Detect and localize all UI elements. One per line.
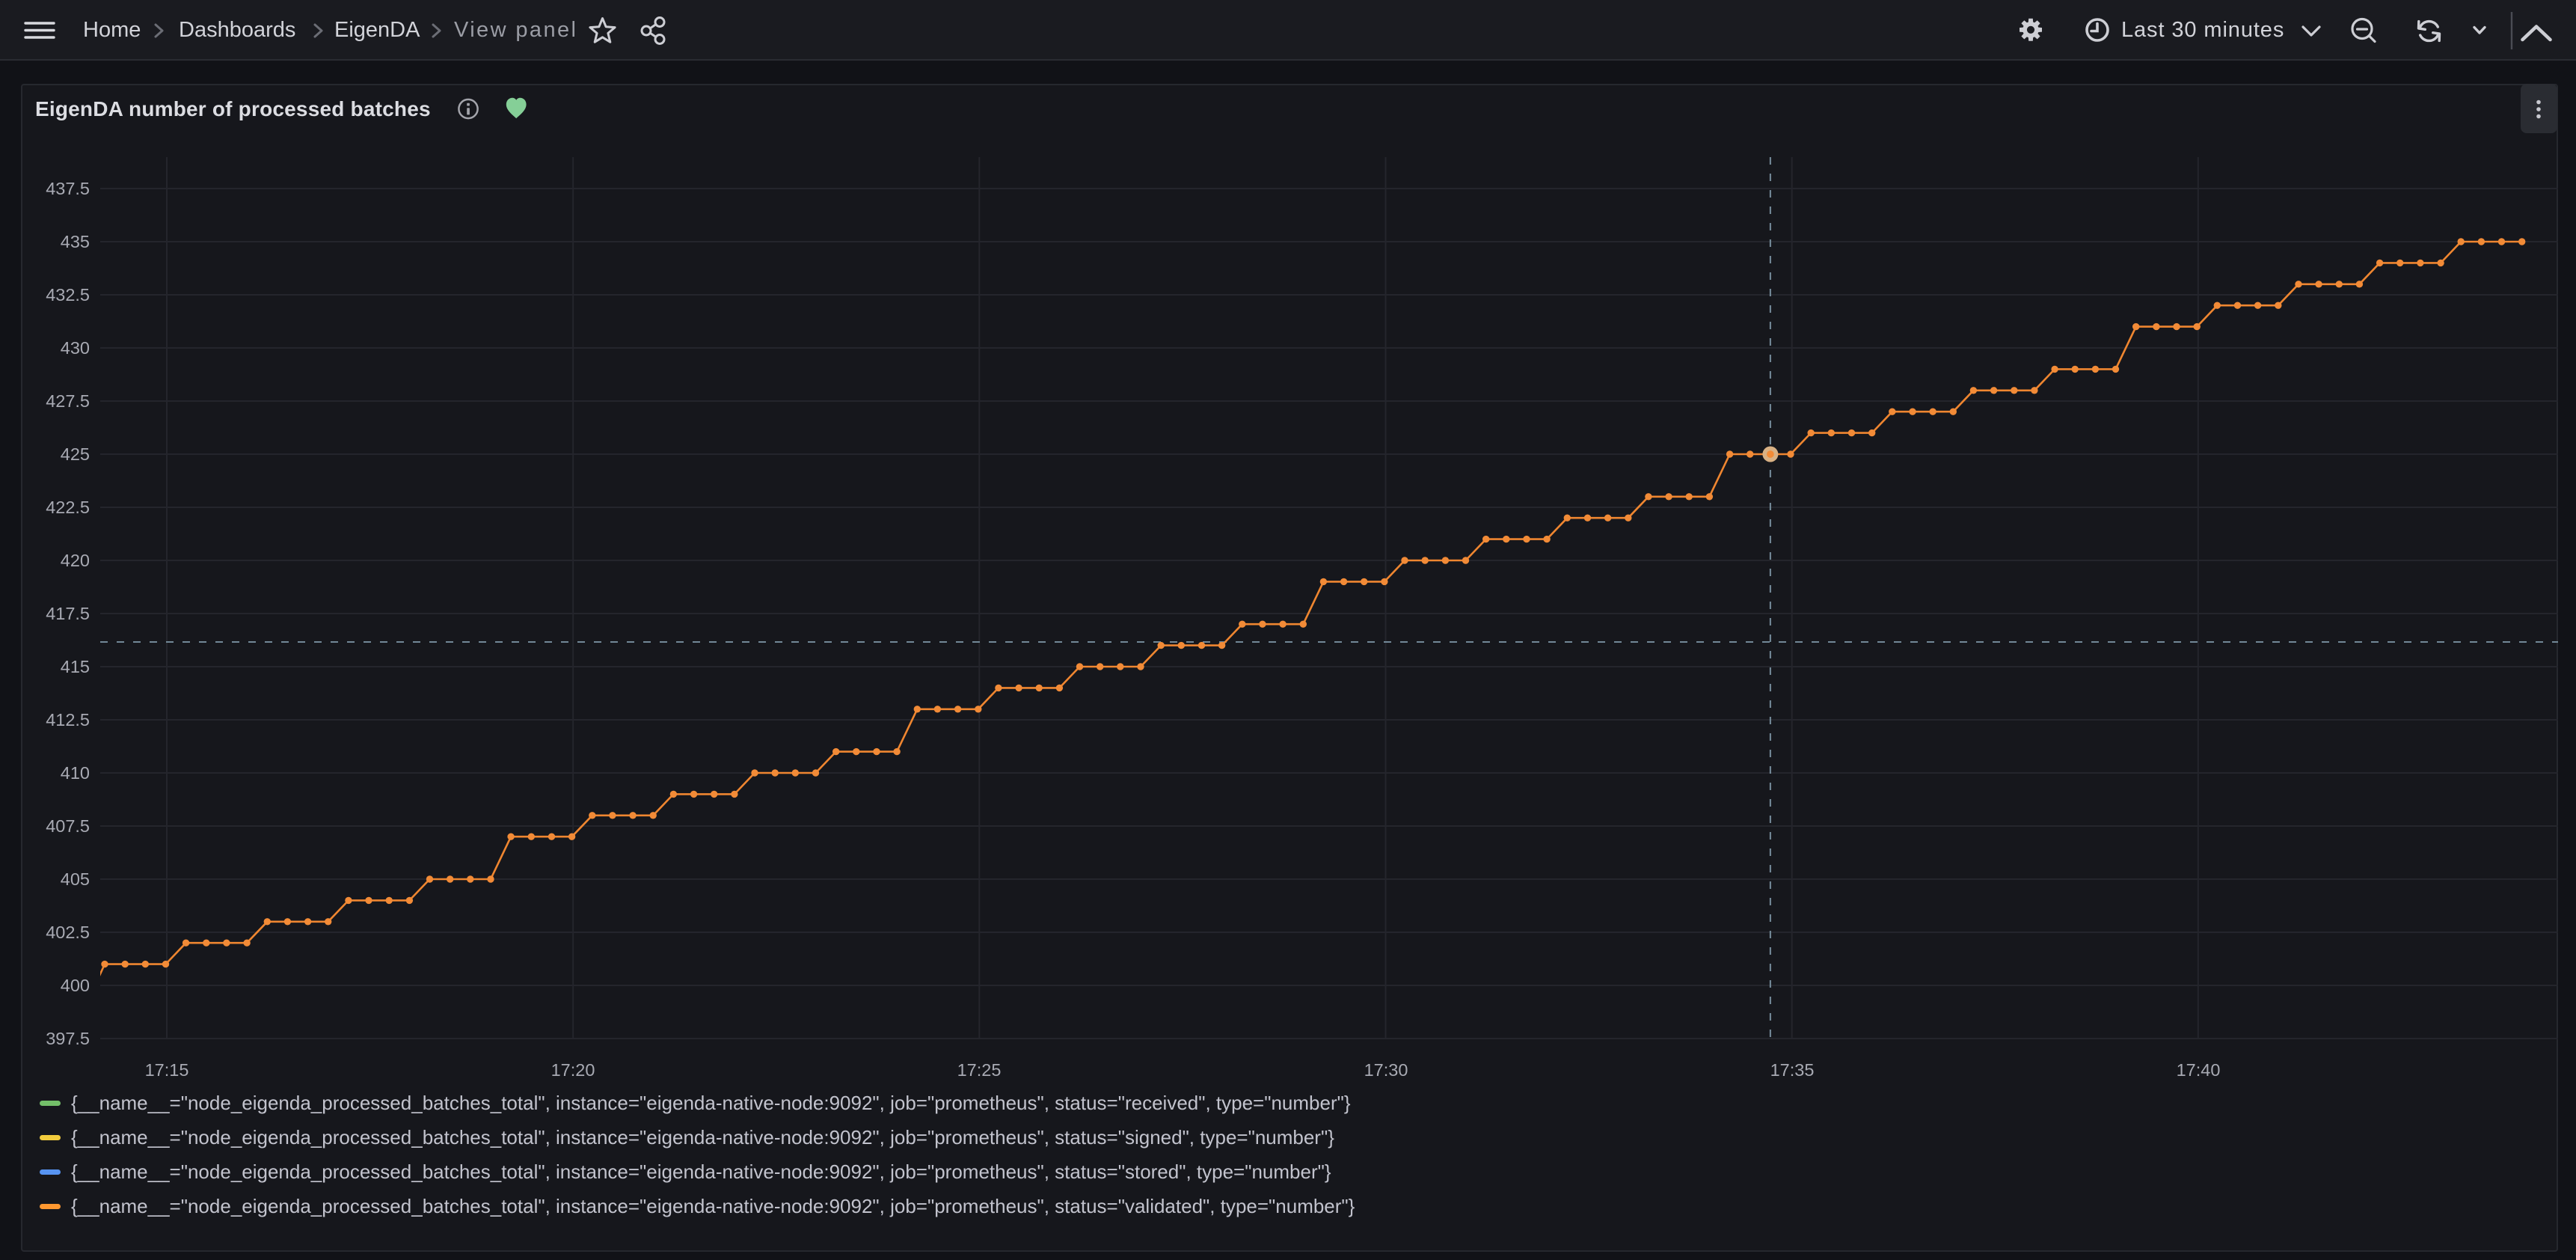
svg-text:412.5: 412.5: [46, 710, 90, 730]
svg-text:17:20: 17:20: [551, 1060, 595, 1080]
svg-text:430: 430: [61, 338, 90, 358]
svg-text:422.5: 422.5: [46, 498, 90, 517]
svg-text:17:40: 17:40: [2177, 1060, 2221, 1080]
svg-text:17:25: 17:25: [957, 1060, 1002, 1080]
svg-text:427.5: 427.5: [46, 391, 90, 411]
svg-text:437.5: 437.5: [46, 179, 90, 198]
svg-text:425: 425: [61, 444, 90, 464]
svg-text:417.5: 417.5: [46, 604, 90, 623]
svg-text:432.5: 432.5: [46, 285, 90, 305]
svg-text:17:35: 17:35: [1770, 1060, 1815, 1080]
svg-text:435: 435: [61, 232, 90, 251]
svg-text:402.5: 402.5: [46, 923, 90, 942]
svg-text:407.5: 407.5: [46, 816, 90, 836]
svg-text:420: 420: [61, 551, 90, 570]
svg-text:410: 410: [61, 763, 90, 783]
svg-text:400: 400: [61, 976, 90, 995]
svg-text:415: 415: [61, 657, 90, 676]
svg-text:405: 405: [61, 869, 90, 889]
svg-text:17:15: 17:15: [145, 1060, 189, 1080]
svg-text:397.5: 397.5: [46, 1029, 90, 1048]
svg-text:17:30: 17:30: [1364, 1060, 1408, 1080]
